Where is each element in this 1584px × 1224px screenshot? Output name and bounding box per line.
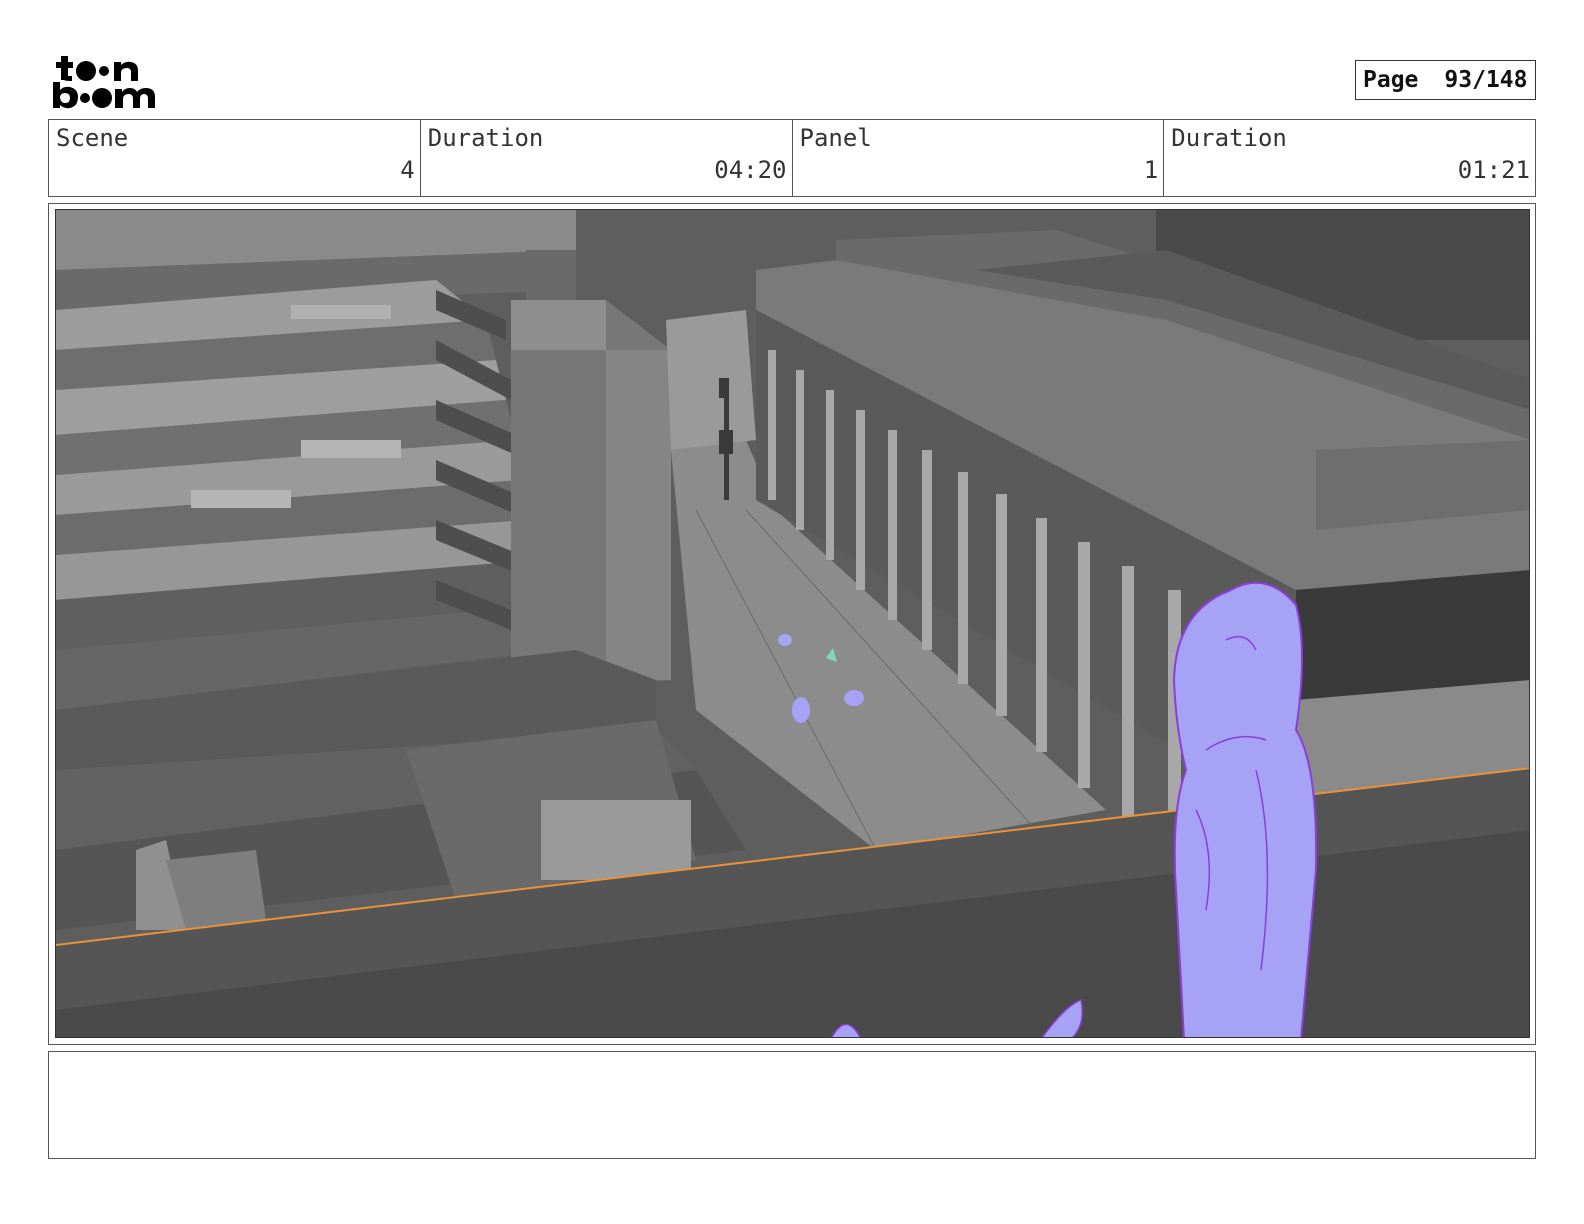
page-indicator: Page 93/148 — [1355, 60, 1536, 100]
storyboard-panel-image — [55, 209, 1530, 1038]
panel-label: Panel — [799, 124, 872, 152]
scene-cell: Scene 4 — [49, 120, 421, 196]
scene-duration-label: Duration — [427, 124, 544, 152]
page-number: 93/148 — [1444, 67, 1528, 93]
panel-duration-cell: Duration 01:21 — [1164, 120, 1535, 196]
toon-boom-logo — [52, 52, 164, 110]
panel-cell: Panel 1 — [793, 120, 1165, 196]
scene-value: 4 — [400, 156, 415, 184]
scene-info-table: Scene 4 Duration 04:20 Panel 1 Duration … — [48, 119, 1536, 197]
panel-value: 1 — [1143, 156, 1159, 184]
left-building — [56, 210, 576, 710]
scene-label: Scene — [56, 124, 129, 152]
scene-duration-value: 04:20 — [714, 156, 787, 184]
scene-duration-cell: Duration 04:20 — [421, 120, 793, 196]
page-label: Page — [1363, 67, 1419, 93]
panel-notes-box — [48, 1051, 1536, 1159]
panel-duration-value: 01:21 — [1457, 156, 1530, 184]
panel-duration-label: Duration — [1171, 124, 1287, 152]
